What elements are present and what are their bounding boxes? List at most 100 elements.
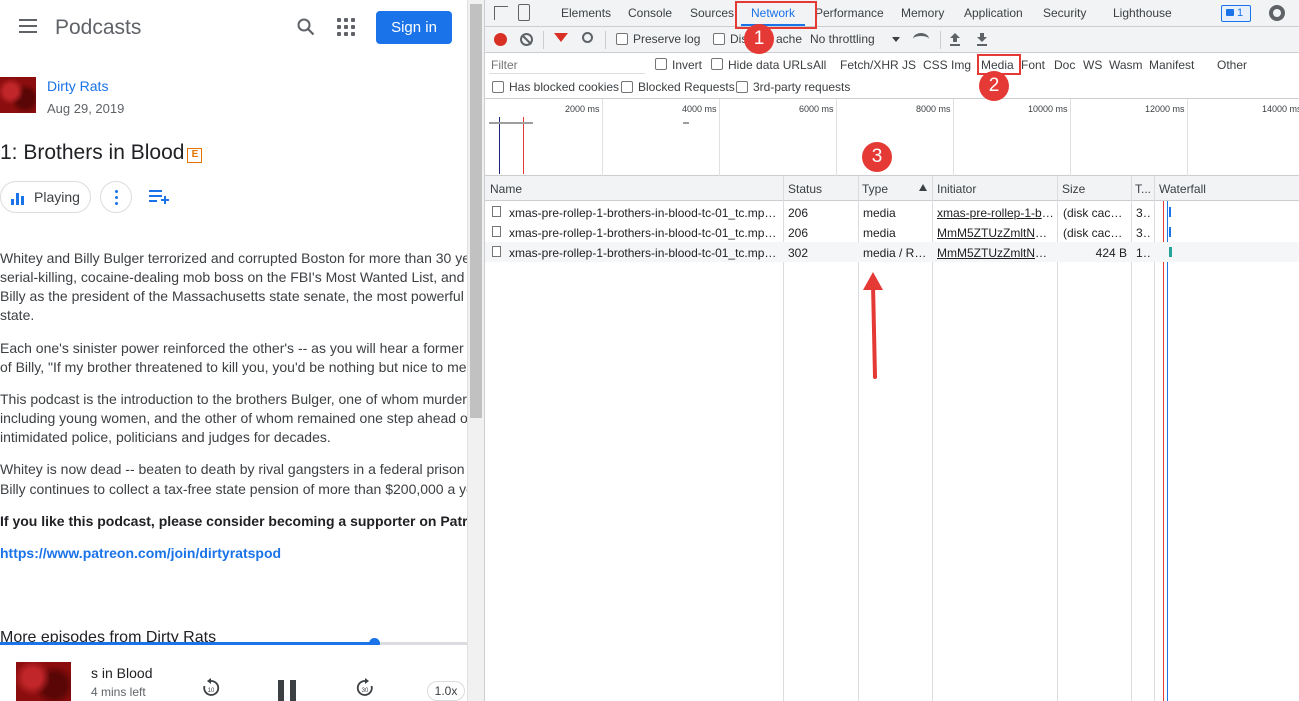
search-icon[interactable] xyxy=(582,32,593,43)
blocked-requests-checkbox[interactable] xyxy=(621,81,633,93)
column-type[interactable]: Type xyxy=(862,182,888,196)
disable-cache-checkbox[interactable] xyxy=(713,33,725,45)
description-line: serial-killing, cocaine-dealing mob boss… xyxy=(0,269,467,285)
page-scrollbar[interactable] xyxy=(467,0,484,701)
request-status: 206 xyxy=(788,206,809,220)
devtools-tab-bar: Elements Console Sources Network Perform… xyxy=(485,0,1299,27)
request-size: 424 B xyxy=(1095,246,1127,260)
throttling-select[interactable]: No throttling xyxy=(810,32,875,46)
dom-content-loaded-marker xyxy=(499,117,500,174)
type-filter-ws[interactable]: WS xyxy=(1083,58,1102,72)
column-initiator[interactable]: Initiator xyxy=(937,182,976,196)
column-size[interactable]: Size xyxy=(1062,182,1085,196)
column-status[interactable]: Status xyxy=(788,182,822,196)
type-filter-js[interactable]: JS xyxy=(902,58,916,72)
tab-security[interactable]: Security xyxy=(1043,6,1086,20)
annotation-number: 2 xyxy=(979,71,1009,101)
third-party-checkbox[interactable] xyxy=(736,81,748,93)
hide-data-urls-checkbox[interactable] xyxy=(711,58,723,70)
preserve-log-checkbox[interactable] xyxy=(616,33,628,45)
record-icon[interactable] xyxy=(494,33,507,46)
player-artwork[interactable] xyxy=(16,662,71,701)
inspect-element-icon[interactable] xyxy=(494,6,508,20)
network-toolbar: Preserve log Dis ache No throttling xyxy=(485,27,1299,53)
type-filter-fetch-xhr[interactable]: Fetch/XHR xyxy=(840,58,899,72)
request-initiator[interactable]: MmM5ZTUzZmltNW... xyxy=(937,246,1054,260)
apps-grid-icon[interactable] xyxy=(337,18,355,36)
column-name[interactable]: Name xyxy=(490,182,522,196)
pause-icon[interactable] xyxy=(278,680,298,701)
type-filter-css[interactable]: CSS xyxy=(923,58,948,72)
waterfall-bar xyxy=(1169,227,1171,237)
overview-grid-line xyxy=(953,99,954,176)
clear-icon[interactable] xyxy=(520,33,533,46)
throttling-caret-icon[interactable] xyxy=(892,37,900,42)
request-name: xmas-pre-rollep-1-brothers-in-blood-tc-0… xyxy=(509,246,779,260)
settings-gear-icon[interactable] xyxy=(1269,5,1285,21)
type-filter-font[interactable]: Font xyxy=(1021,58,1045,72)
forward-seconds: 30 xyxy=(362,688,369,694)
waterfall-load-line xyxy=(1163,201,1164,701)
type-filter-other[interactable]: Other xyxy=(1217,58,1247,72)
overview-request-bar xyxy=(489,122,533,124)
overview-grid-line xyxy=(602,99,603,176)
request-name: xmas-pre-rollep-1-brothers-in-blood-tc-0… xyxy=(509,226,779,240)
load-event-marker xyxy=(523,117,524,174)
tab-sources[interactable]: Sources xyxy=(690,6,734,20)
export-har-icon[interactable] xyxy=(976,32,988,46)
explicit-badge: E xyxy=(187,148,203,163)
show-name-link[interactable]: Dirty Rats xyxy=(47,78,108,94)
invert-checkbox[interactable] xyxy=(655,58,667,70)
player-time-left: 4 mins left xyxy=(91,685,146,699)
request-status: 302 xyxy=(788,246,809,260)
table-row[interactable]: xmas-pre-rollep-1-brothers-in-blood-tc-0… xyxy=(485,222,1299,242)
request-type: media xyxy=(863,206,896,220)
has-blocked-cookies-checkbox[interactable] xyxy=(492,81,504,93)
timeline-overview[interactable]: 2000 ms 4000 ms 6000 ms 8000 ms 10000 ms… xyxy=(485,99,1299,176)
show-artwork[interactable] xyxy=(0,77,36,113)
network-conditions-icon[interactable] xyxy=(913,33,929,45)
tab-lighthouse[interactable]: Lighthouse xyxy=(1113,6,1172,20)
playing-button[interactable]: Playing xyxy=(0,181,91,213)
tab-elements[interactable]: Elements xyxy=(561,6,611,20)
column-time[interactable]: T... xyxy=(1135,182,1151,196)
type-filter-manifest[interactable]: Manifest xyxy=(1149,58,1194,72)
support-text: If you like this podcast, please conside… xyxy=(0,513,467,529)
table-row[interactable]: xmas-pre-rollep-1-brothers-in-blood-tc-0… xyxy=(485,242,1299,262)
filter-funnel-icon[interactable] xyxy=(554,33,568,42)
request-initiator[interactable]: xmas-pre-rollep-1-br... xyxy=(937,206,1054,220)
request-type: media / Re... xyxy=(863,246,929,260)
overview-grid-line xyxy=(1187,99,1188,176)
more-options-button[interactable] xyxy=(100,181,132,213)
table-row[interactable]: xmas-pre-rollep-1-brothers-in-blood-tc-0… xyxy=(485,202,1299,222)
import-har-icon[interactable] xyxy=(949,32,961,46)
patreon-link[interactable]: https://www.patreon.com/join/dirtyratspo… xyxy=(0,544,467,564)
device-toggle-icon[interactable] xyxy=(518,4,530,21)
tab-memory[interactable]: Memory xyxy=(901,6,944,20)
request-initiator[interactable]: MmM5ZTUzZmltNW... xyxy=(937,226,1054,240)
description-line: Whitey and Billy Bulger terrorized and c… xyxy=(0,250,467,266)
overview-tick: 6000 ms xyxy=(799,104,834,114)
messages-badge[interactable]: 1 xyxy=(1221,5,1251,22)
file-icon xyxy=(492,206,501,217)
forward-icon[interactable]: 30 xyxy=(355,678,375,698)
tab-console[interactable]: Console xyxy=(628,6,672,20)
tab-application[interactable]: Application xyxy=(964,6,1023,20)
type-filter-img[interactable]: Img xyxy=(951,58,971,72)
filter-input[interactable] xyxy=(489,56,645,74)
playback-speed-button[interactable]: 1.0x xyxy=(427,681,465,701)
podcast-topbar: Podcasts Sign in xyxy=(0,0,467,56)
sign-in-button[interactable]: Sign in xyxy=(376,11,452,44)
type-filter-doc[interactable]: Doc xyxy=(1054,58,1075,72)
hamburger-menu-icon[interactable] xyxy=(19,19,37,33)
description-line: Billy as the president of the Massachuse… xyxy=(0,288,467,304)
add-to-queue-icon[interactable] xyxy=(149,189,169,205)
tab-performance[interactable]: Performance xyxy=(815,6,884,20)
type-filter-all[interactable]: All xyxy=(813,58,826,72)
type-filter-wasm[interactable]: Wasm xyxy=(1109,58,1143,72)
scrollbar-thumb[interactable] xyxy=(470,4,482,418)
search-icon[interactable] xyxy=(297,18,315,36)
rewind-icon[interactable]: 10 xyxy=(201,678,221,698)
column-waterfall[interactable]: Waterfall xyxy=(1159,182,1206,196)
app-title: Podcasts xyxy=(55,16,142,39)
